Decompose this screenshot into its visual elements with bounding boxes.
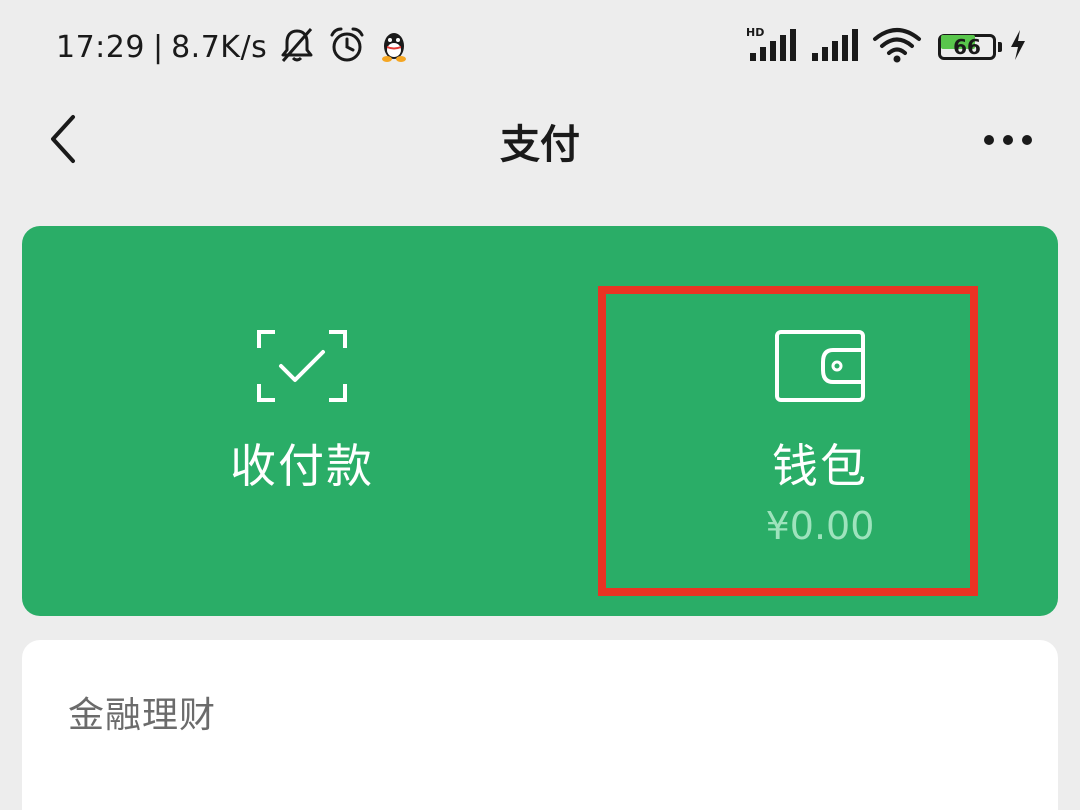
qq-icon [377,27,411,67]
status-bar: 17:29 | 8.7K/s HD 66 [0,0,1080,92]
page-title: 支付 [500,122,580,168]
nav-bar: 支付 [0,92,1080,188]
status-left: 17:29 | 8.7K/s [56,22,411,72]
bell-mute-icon [277,25,317,69]
battery-level: 66 [953,35,981,59]
battery-icon: 66 [938,32,1002,62]
status-time: 17:29 [56,29,145,65]
payment-screen: 17:29 | 8.7K/s HD 66 支付 收付款 钱包 ¥0.00 金融理… [0,0,1080,810]
charging-icon [1008,28,1028,66]
receive-pay-label: 收付款 [230,439,374,493]
finance-card: 金融理财 [22,640,1058,810]
more-dot-icon [984,135,994,145]
receive-pay-tile[interactable]: 收付款 [22,226,582,616]
more-button[interactable] [972,116,1044,164]
svg-text:HD: HD [746,26,764,39]
pay-card: 收付款 钱包 ¥0.00 [22,226,1058,616]
status-separator: | [152,29,164,65]
more-dot-icon [1022,135,1032,145]
wifi-icon [872,25,922,69]
finance-section-title: 金融理财 [68,695,217,736]
wallet-highlight-box [598,286,978,596]
status-right: HD 66 [746,22,1028,72]
more-dot-icon [1003,135,1013,145]
alarm-icon [327,25,367,69]
scan-check-icon [257,330,347,402]
network-speed: 8.7K/s [171,29,268,65]
hd-signal-icon: HD [746,25,800,69]
signal-icon [810,25,860,69]
